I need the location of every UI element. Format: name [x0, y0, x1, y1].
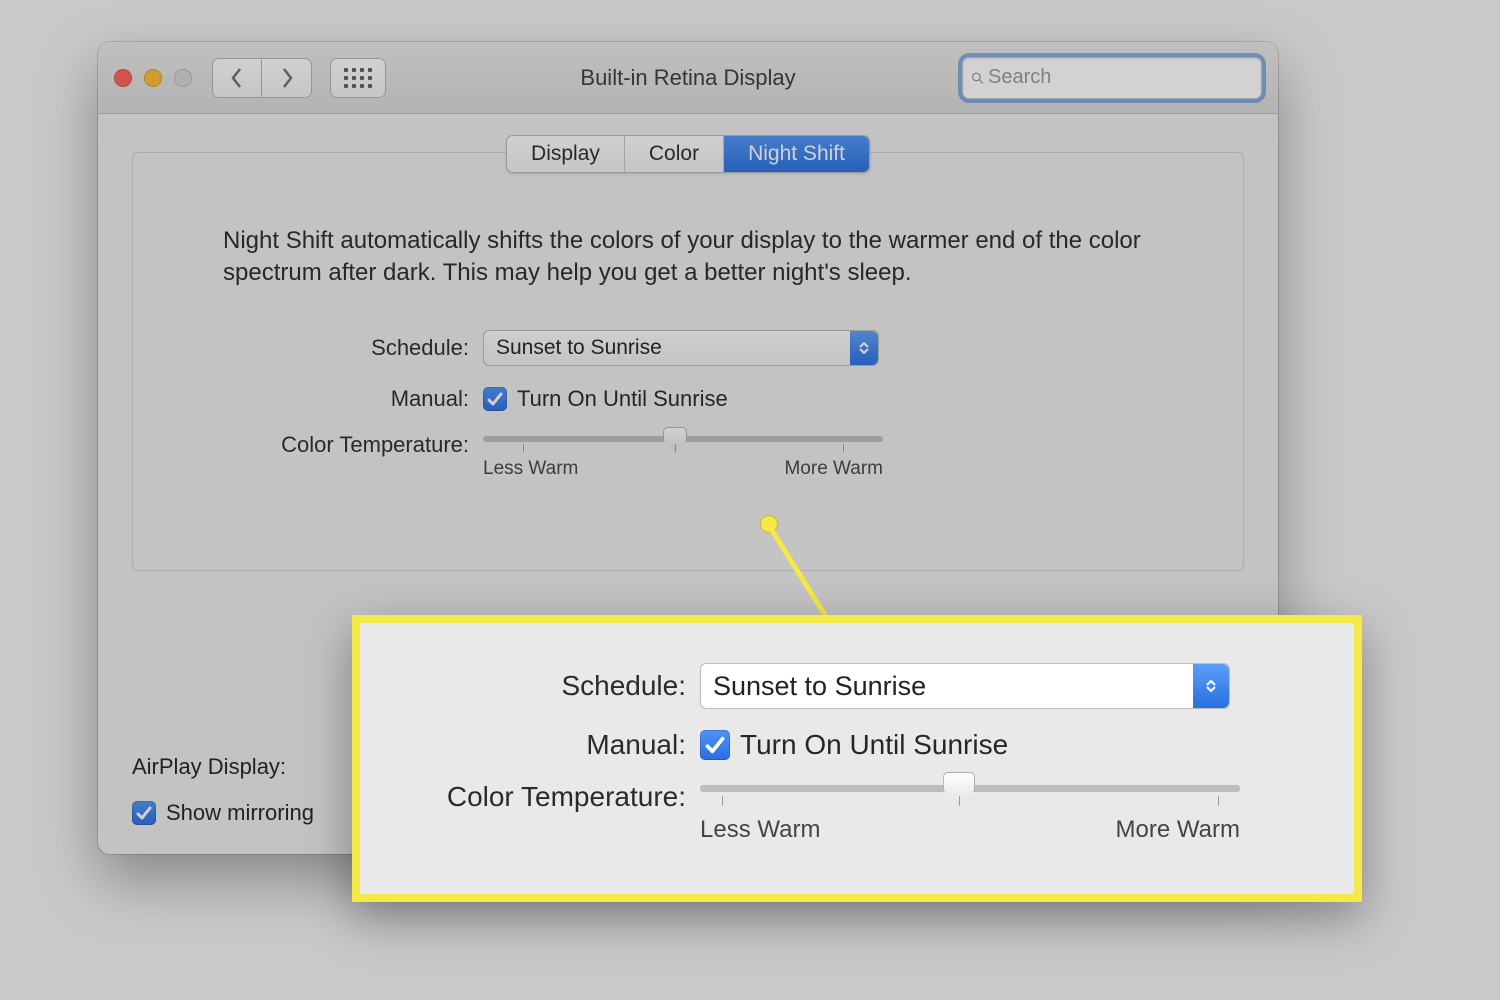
callout-schedule-row: Schedule: Sunset to Sunrise — [390, 663, 1314, 709]
callout-slider-less-label: Less Warm — [700, 816, 820, 844]
close-icon[interactable] — [114, 69, 132, 87]
callout-manual-row: Manual: Turn On Until Sunrise — [390, 729, 1314, 761]
callout-schedule-value: Sunset to Sunrise — [701, 671, 926, 702]
search-icon — [971, 68, 984, 88]
callout-colortemp-row: Color Temperature: Less Warm More Warm — [390, 781, 1314, 844]
manual-label: Manual: — [223, 386, 483, 412]
slider-less-label: Less Warm — [483, 458, 578, 480]
nav-buttons — [212, 58, 312, 98]
manual-row: Manual: Turn On Until Sunrise — [223, 386, 1153, 412]
tab-color[interactable]: Color — [625, 136, 724, 172]
schedule-select[interactable]: Sunset to Sunrise — [483, 330, 879, 366]
callout-schedule-select[interactable]: Sunset to Sunrise — [700, 663, 1230, 709]
colortemp-row: Color Temperature: Less Warm More Warm — [223, 432, 1153, 480]
search-field[interactable] — [962, 57, 1262, 99]
titlebar: Built-in Retina Display — [98, 42, 1278, 114]
callout-manual-label: Manual: — [390, 729, 700, 761]
window-controls — [114, 69, 192, 87]
chevron-updown-icon — [850, 331, 878, 365]
slider-more-label: More Warm — [784, 458, 883, 480]
schedule-value: Sunset to Sunrise — [484, 336, 662, 360]
callout-slider-more-label: More Warm — [1116, 816, 1240, 844]
zoom-icon[interactable] — [174, 69, 192, 87]
tab-nightshift[interactable]: Night Shift — [724, 136, 869, 172]
search-input[interactable] — [988, 66, 1253, 89]
manual-text: Turn On Until Sunrise — [517, 386, 728, 412]
manual-checkbox[interactable] — [483, 387, 507, 411]
mirroring-label: Show mirroring — [166, 800, 314, 826]
callout-zoom: Schedule: Sunset to Sunrise Manual: Turn… — [352, 615, 1362, 902]
tab-display[interactable]: Display — [507, 136, 625, 172]
display-panel: Display Color Night Shift Night Shift au… — [132, 152, 1244, 571]
back-button[interactable] — [212, 58, 262, 98]
callout-schedule-label: Schedule: — [390, 670, 700, 702]
callout-manual-checkbox[interactable] — [700, 730, 730, 760]
callout-manual-text: Turn On Until Sunrise — [740, 729, 1008, 761]
show-all-button[interactable] — [330, 58, 386, 98]
grid-icon — [344, 68, 372, 88]
tab-bar: Display Color Night Shift — [506, 135, 870, 173]
colortemp-slider[interactable]: Less Warm More Warm — [483, 432, 883, 480]
chevron-updown-icon — [1193, 664, 1229, 708]
callout-colortemp-slider[interactable]: Less Warm More Warm — [700, 781, 1240, 844]
minimize-icon[interactable] — [144, 69, 162, 87]
schedule-label: Schedule: — [223, 335, 483, 361]
nightshift-form: Schedule: Sunset to Sunrise Manual: Turn… — [133, 330, 1243, 480]
schedule-row: Schedule: Sunset to Sunrise — [223, 330, 1153, 366]
callout-colortemp-label: Color Temperature: — [390, 781, 700, 813]
airplay-label: AirPlay Display: — [132, 754, 286, 780]
colortemp-label: Color Temperature: — [223, 432, 483, 458]
nightshift-description: Night Shift automatically shifts the col… — [133, 153, 1243, 330]
mirroring-checkbox[interactable] — [132, 801, 156, 825]
forward-button[interactable] — [262, 58, 312, 98]
